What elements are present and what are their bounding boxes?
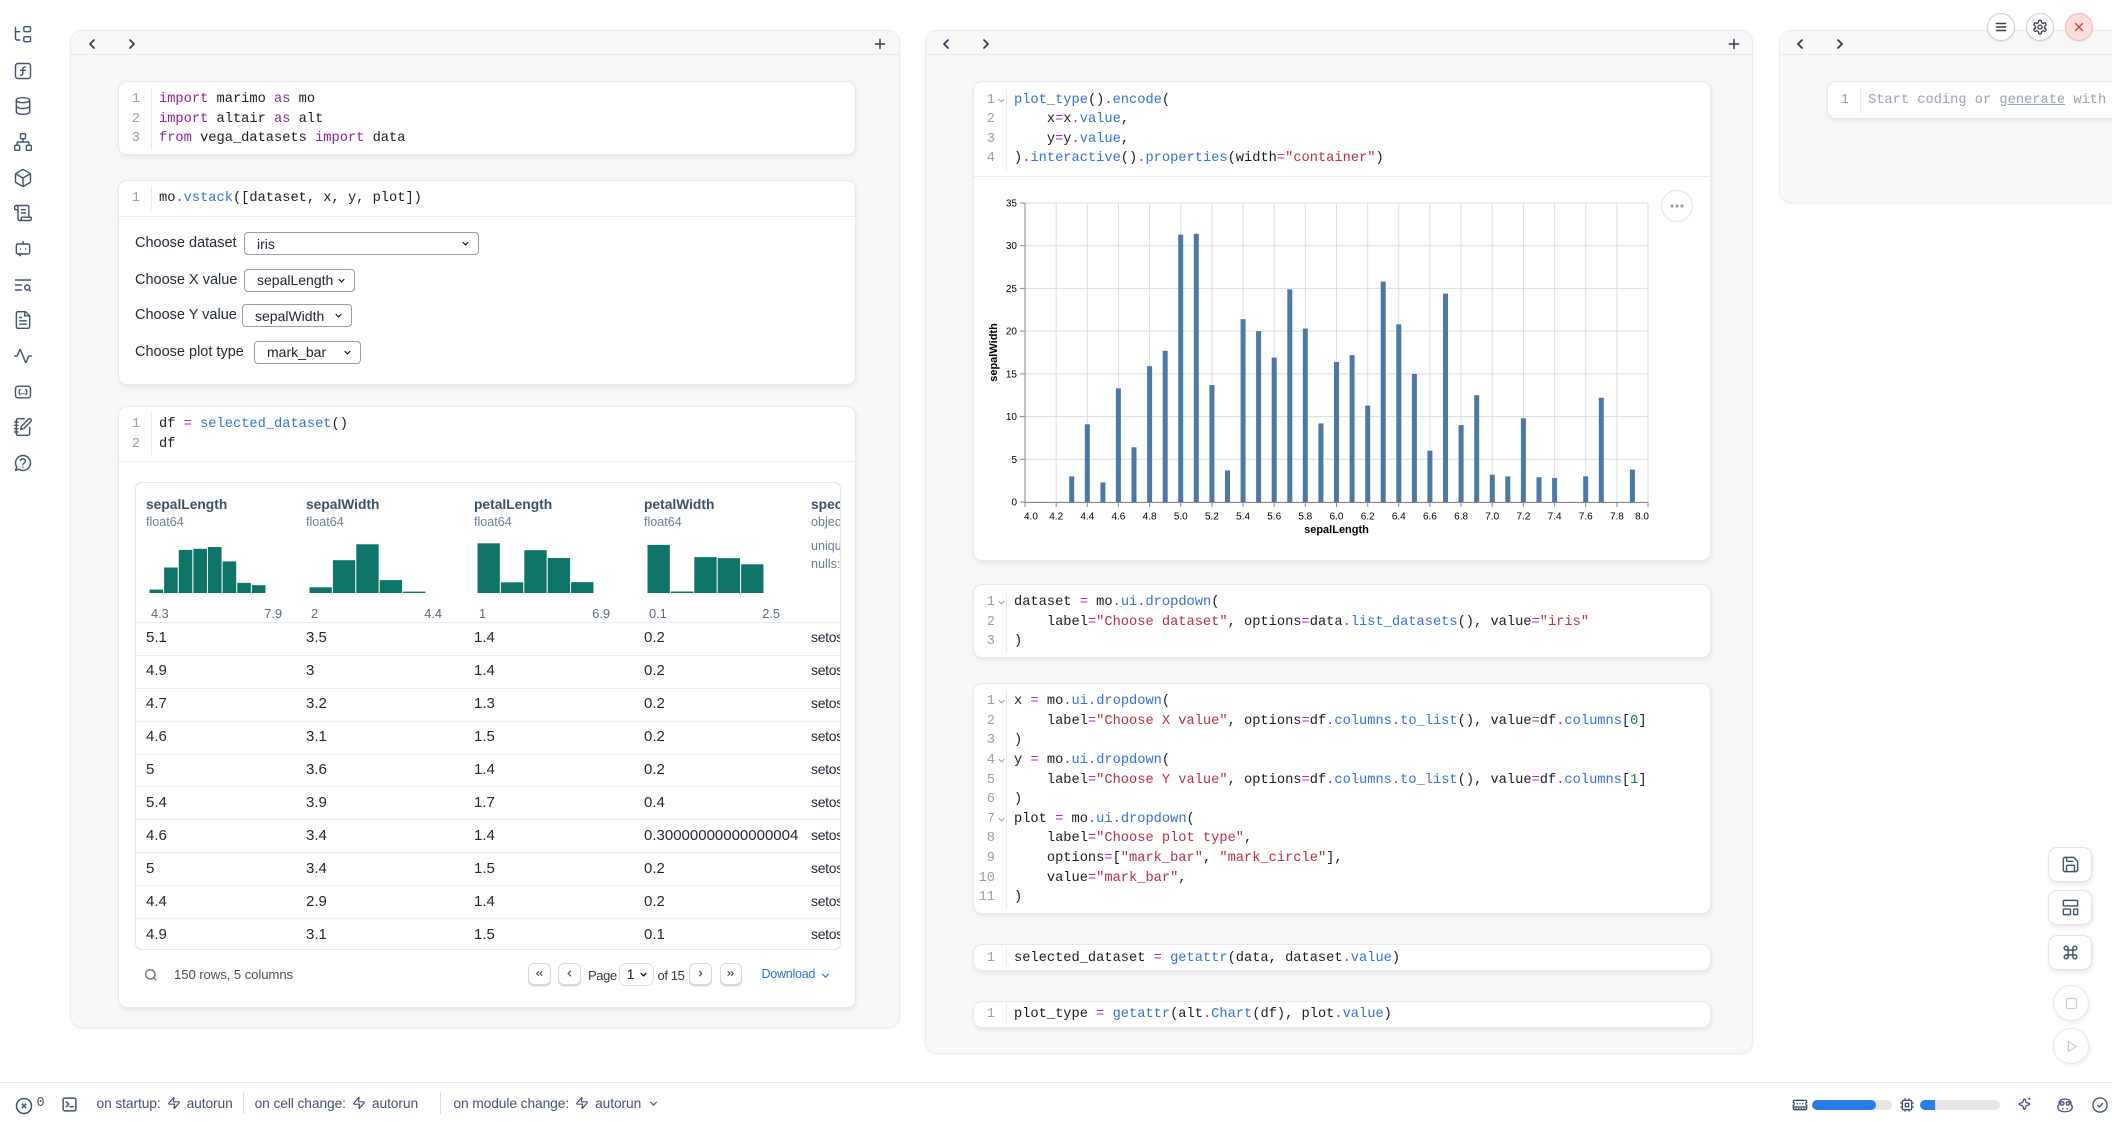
- svg-text:7.2: 7.2: [1516, 512, 1530, 523]
- svg-text:30: 30: [1006, 241, 1018, 252]
- svg-text:6.0: 6.0: [1330, 512, 1344, 523]
- svg-text:8.0: 8.0: [1635, 512, 1649, 523]
- svg-text:sepalLength: sepalLength: [1304, 524, 1369, 536]
- svg-text:7.6: 7.6: [1579, 512, 1593, 523]
- svg-text:4.4: 4.4: [1080, 512, 1094, 523]
- svg-text:6.8: 6.8: [1454, 512, 1468, 523]
- svg-text:6.2: 6.2: [1361, 512, 1375, 523]
- svg-text:10: 10: [1006, 412, 1018, 423]
- svg-text:7.0: 7.0: [1485, 512, 1499, 523]
- svg-text:5: 5: [1011, 455, 1017, 466]
- svg-text:6.6: 6.6: [1423, 512, 1437, 523]
- svg-text:5.8: 5.8: [1298, 512, 1312, 523]
- svg-text:sepalWidth: sepalWidth: [988, 323, 1000, 382]
- svg-text:5.0: 5.0: [1174, 512, 1188, 523]
- svg-text:7.4: 7.4: [1548, 512, 1562, 523]
- svg-text:15: 15: [1006, 369, 1018, 380]
- svg-text:6.4: 6.4: [1392, 512, 1406, 523]
- svg-text:5.6: 5.6: [1267, 512, 1281, 523]
- svg-text:35: 35: [1006, 199, 1018, 210]
- svg-text:25: 25: [1006, 284, 1018, 295]
- svg-text:4.2: 4.2: [1049, 512, 1063, 523]
- svg-text:7.8: 7.8: [1610, 512, 1624, 523]
- svg-text:4.8: 4.8: [1143, 512, 1157, 523]
- svg-text:5.2: 5.2: [1205, 512, 1219, 523]
- svg-text:5.4: 5.4: [1236, 512, 1250, 523]
- svg-text:4.0: 4.0: [1024, 512, 1038, 523]
- svg-text:4.6: 4.6: [1111, 512, 1125, 523]
- svg-text:0: 0: [1011, 498, 1017, 509]
- svg-text:20: 20: [1006, 327, 1018, 338]
